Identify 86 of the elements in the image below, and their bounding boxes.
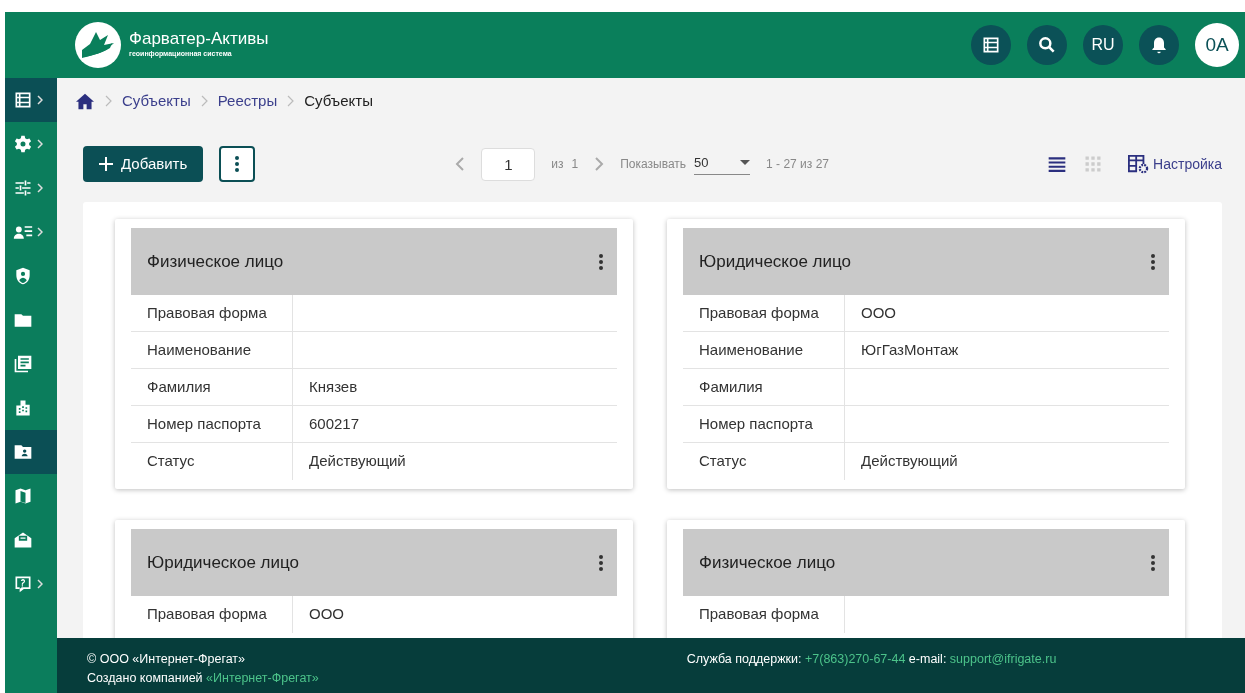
page-field[interactable]: 1 [481, 147, 536, 181]
dropdown-caret-icon [740, 159, 751, 166]
card-title: Физическое лицо [699, 551, 836, 574]
field-value: 600217 [309, 413, 360, 434]
sidebar-item[interactable] [5, 430, 57, 474]
more-button[interactable] [1151, 253, 1155, 270]
help-icon [13, 574, 33, 594]
chevron-icon [37, 95, 43, 105]
field-label: Статус [147, 451, 195, 472]
field-value: Князев [309, 376, 358, 397]
support-text: Служба поддержки: +7(863)270-67-44 e-mail: support@ifrigate.ru [686, 651, 1057, 668]
contact-folder-icon [13, 442, 33, 462]
more-button[interactable] [599, 554, 603, 571]
more-button[interactable] [219, 146, 256, 182]
field-value: ООО [309, 604, 344, 625]
more-icon [235, 156, 240, 172]
field-label: Наименование [147, 339, 251, 360]
field-label: Фамилия [699, 376, 763, 397]
more-button[interactable] [1151, 554, 1155, 571]
logo-icon [75, 22, 121, 68]
phone-link[interactable]: +7(863)270-67-44 [804, 652, 906, 666]
avatar-button[interactable]: 0A [1195, 23, 1239, 67]
field-label: Номер паспорта [147, 413, 261, 434]
chevron-icon [37, 183, 43, 193]
more-icon [1151, 554, 1155, 571]
breadcrumb-link[interactable]: Реестры [217, 89, 278, 113]
chevron-icon [37, 579, 43, 589]
search-button[interactable] [1027, 25, 1067, 65]
card-title: Юридическое лицо [147, 551, 300, 574]
company-link[interactable]: «Интернет-Фрегат» [206, 670, 319, 685]
bell-icon [1149, 35, 1169, 55]
sliders-icon [13, 178, 33, 198]
chevron-icon [105, 95, 112, 107]
field-value: Действующий [861, 451, 958, 472]
more-icon [1151, 253, 1155, 270]
card-title: Физическое лицо [147, 250, 284, 273]
logo-title: Фарватер-Активы [129, 30, 269, 50]
page-range: 1 - 27 из 27 [766, 156, 829, 173]
chevron-icon [200, 95, 208, 107]
copyright-text: © ООО «Интернет-Фрегат» [87, 651, 247, 668]
language-button[interactable]: RU [1083, 25, 1123, 65]
breadcrumb-current: Субъекты [304, 90, 373, 111]
field-value: ООО [861, 302, 896, 323]
field-label: Правовая форма [147, 302, 267, 323]
card-title: Юридическое лицо [699, 250, 852, 273]
chevron-icon [37, 139, 43, 149]
settings-icon [13, 134, 33, 154]
field-label: Статус [699, 451, 747, 472]
field-value: Действующий [309, 451, 406, 472]
more-button[interactable] [599, 253, 603, 270]
page-size-label: Показывать [620, 156, 687, 173]
chevron-icon [37, 227, 43, 237]
documents-icon [13, 354, 33, 374]
field-label: Правовая форма [699, 302, 819, 323]
more-icon [599, 554, 603, 571]
building-icon [13, 398, 33, 418]
created-by-text: Создано компанией «Интернет-Фрегат» [87, 669, 319, 687]
page-size-select[interactable]: 50 [694, 152, 751, 176]
list-icon [13, 90, 33, 110]
list-icon [981, 35, 1001, 55]
open-mail-icon [13, 530, 33, 550]
more-icon [599, 253, 603, 270]
field-label: Правовая форма [699, 604, 819, 625]
shield-icon [13, 266, 33, 286]
search-icon [1037, 35, 1057, 55]
settings-link[interactable]: Настройка [1127, 153, 1222, 175]
page-of-label: из [551, 156, 564, 173]
list-view-icon[interactable] [1047, 154, 1068, 174]
field-label: Фамилия [147, 376, 211, 397]
registry-button[interactable] [971, 25, 1011, 65]
page-count: 1 [571, 156, 579, 173]
email-link[interactable]: support@ifrigate.ru [949, 652, 1057, 666]
home-icon[interactable] [75, 92, 95, 110]
field-label: Наименование [699, 339, 803, 360]
field-label: Правовая форма [147, 604, 267, 625]
table-settings-icon [1127, 154, 1150, 174]
map-icon [13, 486, 33, 506]
sidebar-item[interactable] [5, 78, 57, 122]
field-label: Номер паспорта [699, 413, 813, 434]
page-size-value: 50 [694, 153, 709, 172]
add-button[interactable]: Добавить [83, 146, 204, 182]
plus-icon [99, 157, 113, 171]
breadcrumb-link[interactable]: Субъекты [122, 89, 191, 113]
notifications-button[interactable] [1139, 25, 1179, 65]
chevron-icon [287, 95, 295, 107]
field-value: ЮгГазМонтаж [861, 339, 959, 360]
